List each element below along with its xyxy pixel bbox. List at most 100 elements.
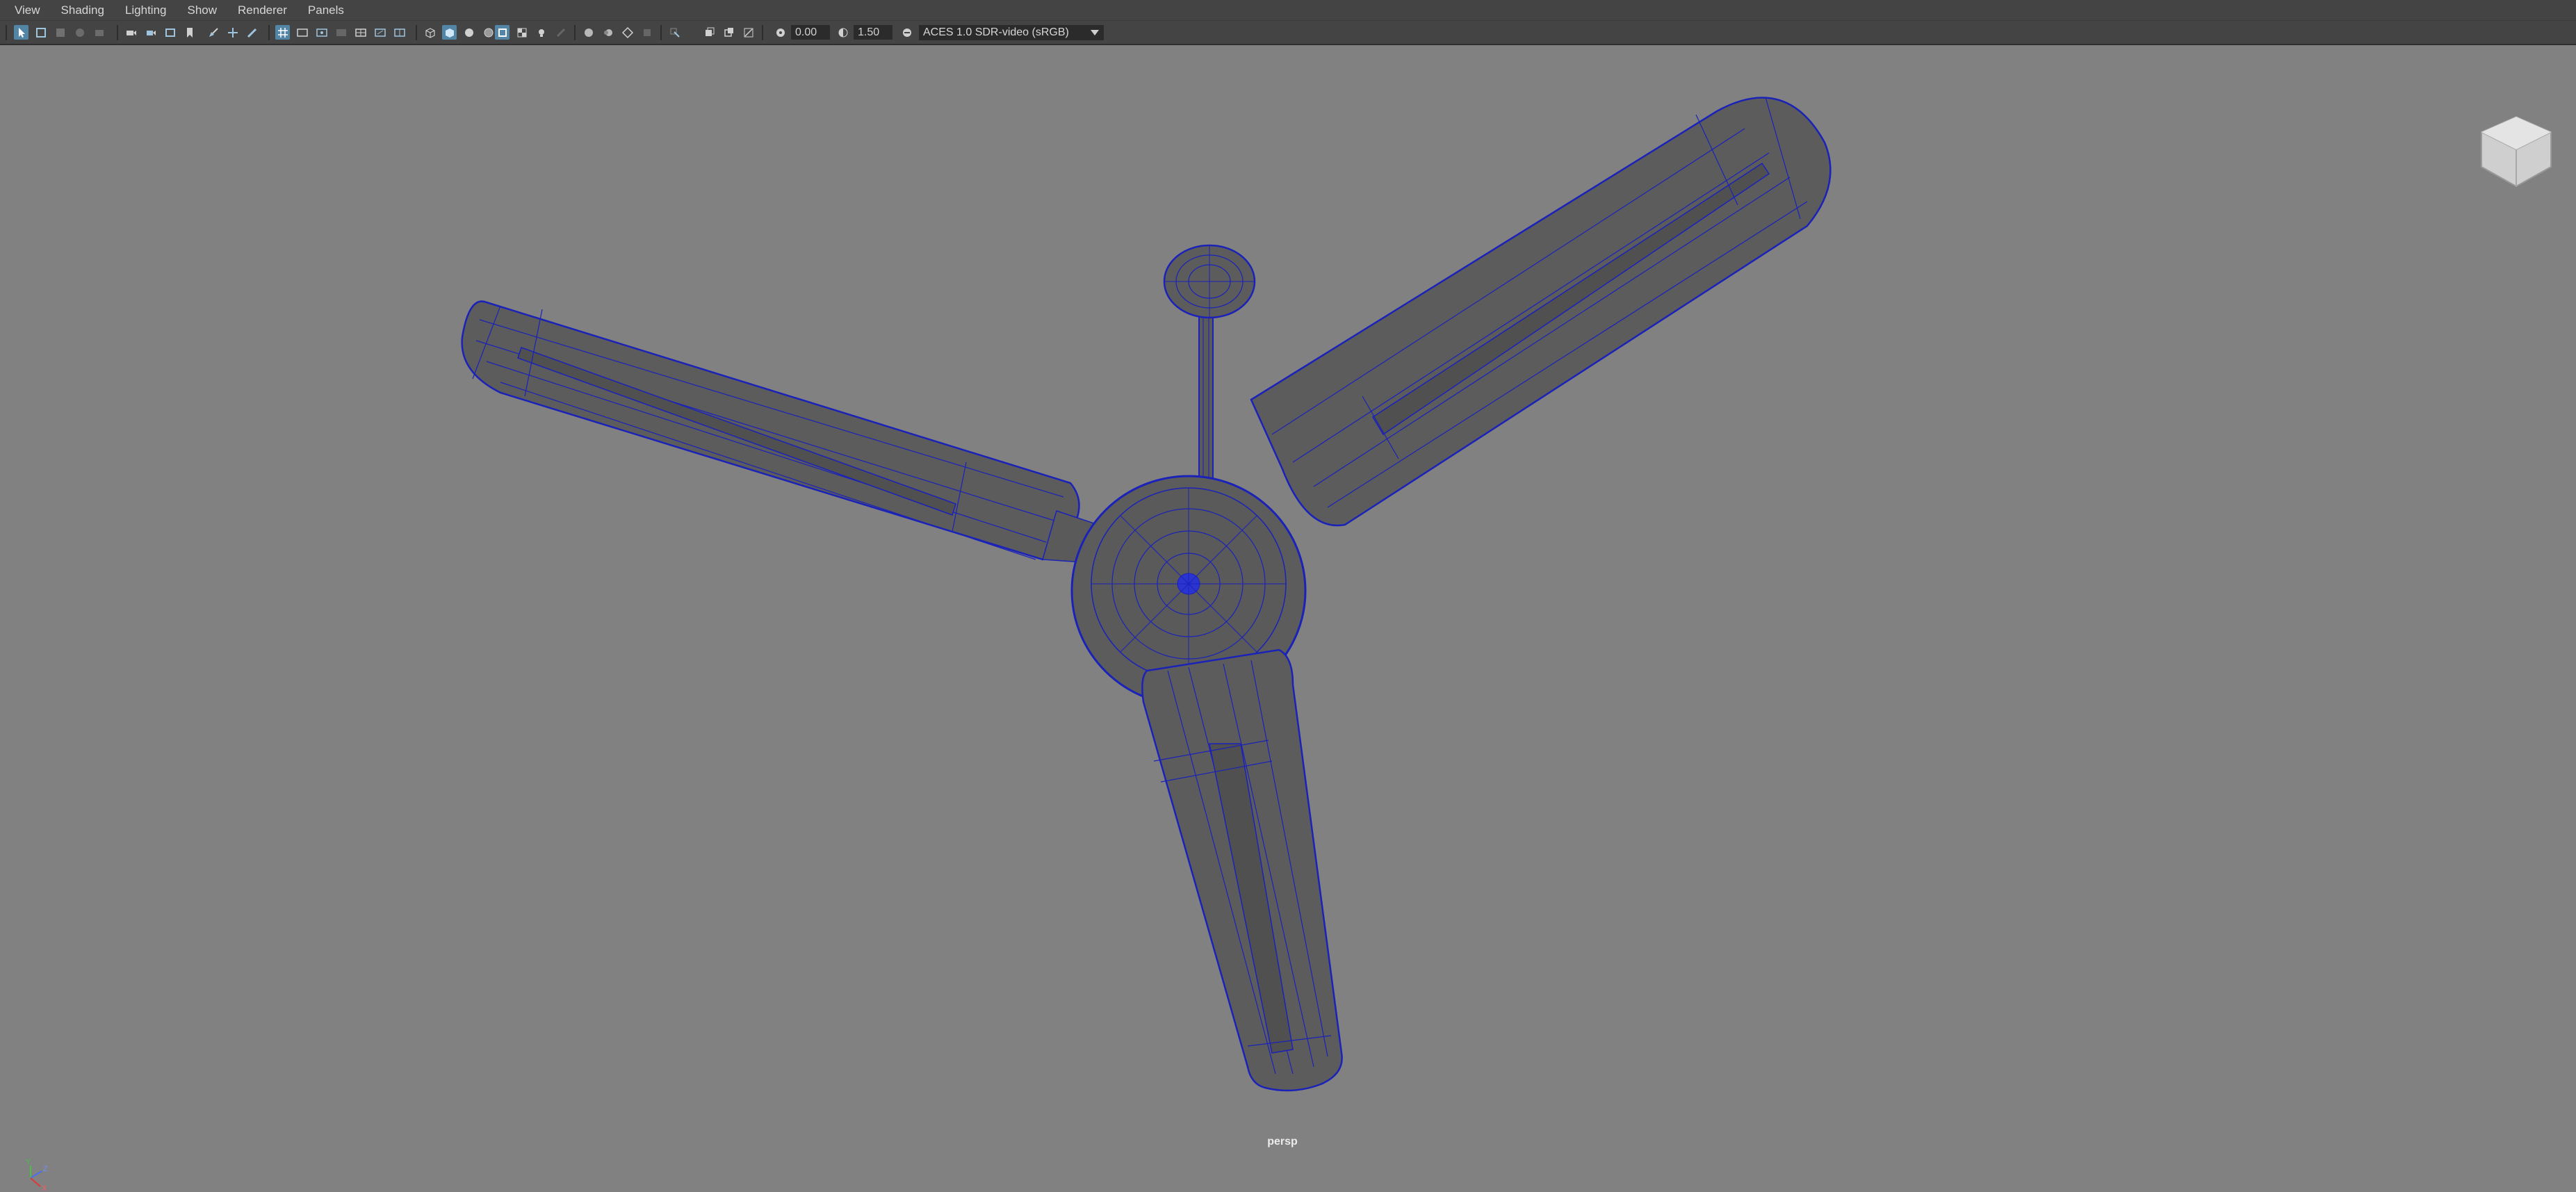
field-chart-icon <box>354 28 366 37</box>
menu-view[interactable]: View <box>15 3 40 17</box>
textured-button[interactable] <box>514 25 529 40</box>
use-all-lights-button[interactable] <box>534 25 548 40</box>
color-space-value: ACES 1.0 SDR-video (sRGB) <box>923 26 1069 38</box>
camera-lock-button[interactable] <box>143 25 158 40</box>
fan-blade-upper-right[interactable] <box>1250 97 1832 527</box>
motion-blur-icon <box>603 28 612 36</box>
checker-icon <box>517 28 526 37</box>
brush-button[interactable] <box>245 25 259 40</box>
brush-icon <box>247 28 256 38</box>
bookmark-flag-button[interactable] <box>182 25 197 40</box>
safe-title-icon <box>393 28 405 37</box>
grid-button[interactable] <box>275 25 290 40</box>
film-gate-button[interactable] <box>295 25 309 40</box>
toolbar-separator <box>762 25 763 40</box>
wireframe-on-shaded-button[interactable] <box>481 25 496 40</box>
chevron-down-icon <box>1091 30 1099 35</box>
pan-zoom-button[interactable] <box>225 25 240 40</box>
color-space-dropdown[interactable]: ACES 1.0 SDR-video (sRGB) <box>919 25 1104 40</box>
ambient-occlusion-button[interactable] <box>581 25 596 40</box>
gamma-toggle-button[interactable] <box>835 25 850 40</box>
smooth-shade-icon <box>445 28 454 38</box>
camera-button[interactable] <box>124 25 138 40</box>
ceiling-fan-model[interactable] <box>0 45 2576 1160</box>
view-transform-button[interactable] <box>899 25 914 40</box>
gamma-field[interactable]: 1.50 <box>854 25 892 40</box>
exposure-toggle-button[interactable] <box>773 25 788 40</box>
shadows-button[interactable] <box>553 25 568 40</box>
frame-icon <box>35 27 46 38</box>
menu-show[interactable]: Show <box>188 3 218 17</box>
panel-toolbar: 0.00 1.50 ACES 1.0 SDR-video (sRGB) <box>0 21 2576 45</box>
fan-downrod[interactable] <box>1163 244 1256 494</box>
depth-of-field-button[interactable] <box>639 25 654 40</box>
exposure-field[interactable]: 0.00 <box>791 25 830 40</box>
menu-shading[interactable]: Shading <box>61 3 104 17</box>
menu-lighting[interactable]: Lighting <box>125 3 167 17</box>
viewport-persp[interactable]: Y Z X <box>0 45 2576 1192</box>
diagonal-icon <box>744 28 753 37</box>
grease-pencil-icon <box>209 27 218 37</box>
move-tool-icon <box>227 27 238 38</box>
camera-attr-button[interactable] <box>163 25 177 40</box>
2d-pan-button[interactable] <box>92 25 106 40</box>
camera-icon <box>126 30 136 35</box>
wire-on-shaded-icon <box>484 28 493 37</box>
film-gate-icon <box>296 28 308 37</box>
smooth-shade-button[interactable] <box>442 25 457 40</box>
color-management-icon <box>902 28 911 37</box>
camera-film-icon <box>165 28 175 37</box>
gate-mask-icon <box>336 28 346 36</box>
xray-joints-button[interactable] <box>702 25 717 40</box>
anti-aliasing-button[interactable] <box>620 25 635 40</box>
menu-panels[interactable]: Panels <box>308 3 344 17</box>
viewcube-icon[interactable] <box>2475 111 2558 191</box>
xray-button[interactable] <box>495 25 510 40</box>
toolbar-separator <box>268 25 270 40</box>
toolbar-separator <box>6 25 7 40</box>
copy-frames-icon <box>705 27 714 36</box>
gamma-icon <box>838 28 847 37</box>
toolbar-separator <box>416 25 417 40</box>
safe-title-button[interactable] <box>392 25 407 40</box>
dof-icon <box>643 28 651 36</box>
grid-box-icon <box>56 28 65 37</box>
isolate-select-button[interactable] <box>667 25 682 40</box>
fan-blade-upper-left[interactable] <box>461 300 1099 564</box>
select-arrow-icon <box>18 27 25 38</box>
xray-components-button[interactable] <box>722 25 736 40</box>
safe-action-button[interactable] <box>373 25 387 40</box>
toolbar-separator <box>574 25 576 40</box>
default-material-button[interactable] <box>462 25 476 40</box>
menu-renderer[interactable]: Renderer <box>238 3 287 17</box>
wireframe-cube-icon <box>425 27 435 38</box>
grid-icon <box>277 27 288 38</box>
exposure-icon <box>776 28 785 37</box>
safe-action-icon <box>374 28 386 37</box>
grease-pencil-button[interactable] <box>206 25 220 40</box>
bookmark-button[interactable] <box>53 25 67 40</box>
axis-x-label: X <box>42 1184 47 1192</box>
light-bulb-icon <box>538 28 544 37</box>
shadow-icon <box>556 28 565 37</box>
hud-button[interactable] <box>741 25 756 40</box>
field-chart-button[interactable] <box>353 25 368 40</box>
gate-mask-button[interactable] <box>334 25 348 40</box>
anti-alias-icon <box>621 26 633 38</box>
material-sphere-icon <box>464 28 473 37</box>
select-camera-button[interactable] <box>14 25 28 40</box>
panel-menubar: View Shading Lighting Show Renderer Pane… <box>0 0 2576 21</box>
fan-blade-lower[interactable] <box>1141 648 1343 1092</box>
axis-gizmo-icon: Y Z X <box>26 1158 48 1192</box>
motion-blur-button[interactable] <box>601 25 615 40</box>
image-plane-icon <box>75 28 84 37</box>
xray-icon <box>498 28 507 37</box>
image-plane-button[interactable] <box>72 25 87 40</box>
resolution-gate-icon <box>316 28 327 37</box>
ao-sphere-icon <box>584 28 593 37</box>
resolution-gate-button[interactable] <box>314 25 329 40</box>
wireframe-button[interactable] <box>423 25 437 40</box>
camera-attributes-button[interactable] <box>33 25 48 40</box>
axis-z-label: Z <box>43 1165 48 1173</box>
bookmark-icon <box>186 27 193 38</box>
